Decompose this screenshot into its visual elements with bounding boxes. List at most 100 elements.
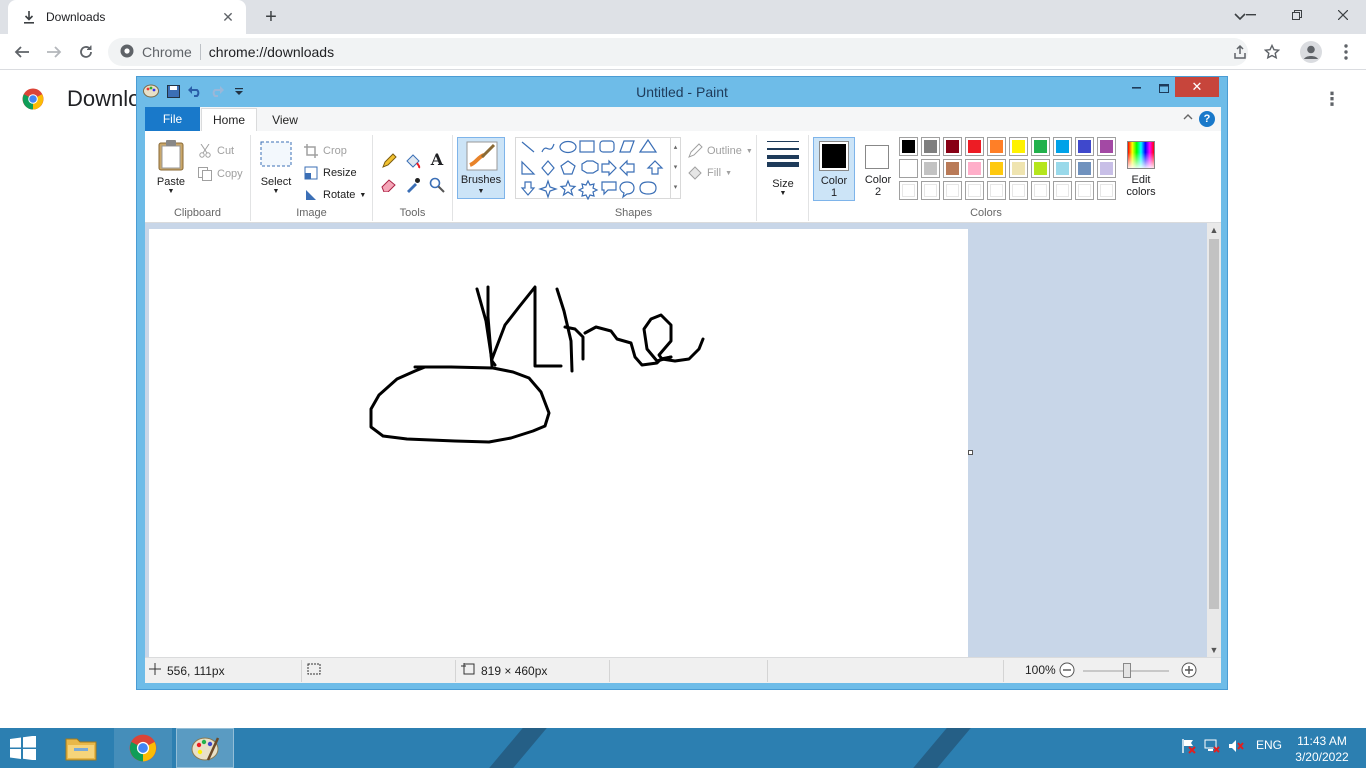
brushes-button[interactable]: Brushes ▼ — [457, 137, 505, 199]
size-button[interactable]: Size ▼ — [765, 139, 801, 197]
downloads-menu-icon[interactable]: ⋮ — [1323, 88, 1341, 110]
palette-swatch[interactable] — [943, 159, 962, 178]
palette-swatch[interactable] — [921, 181, 940, 200]
canvas-resize-handle[interactable] — [968, 450, 973, 455]
palette-swatch[interactable] — [1031, 181, 1050, 200]
palette-swatch[interactable] — [1075, 159, 1094, 178]
cut-button[interactable]: Cut — [197, 143, 234, 159]
scroll-thumb[interactable] — [1209, 239, 1219, 609]
palette-swatch[interactable] — [1097, 159, 1116, 178]
paint-minimize-button[interactable] — [1127, 77, 1145, 99]
paint-close-button[interactable]: ✕ — [1175, 77, 1219, 97]
back-button[interactable] — [10, 40, 34, 64]
folder-icon — [65, 738, 97, 761]
eraser-icon[interactable] — [381, 177, 397, 193]
rotate-button[interactable]: Rotate ▼ — [303, 187, 366, 203]
palette-swatch[interactable] — [1009, 159, 1028, 178]
palette-swatch[interactable] — [1075, 137, 1094, 156]
vertical-scrollbar[interactable]: ▲ ▼ — [1207, 223, 1221, 657]
profile-avatar[interactable] — [1299, 40, 1323, 64]
color2-button[interactable]: Color 2 — [857, 137, 899, 201]
text-tool-icon[interactable]: A — [429, 150, 445, 169]
bookmark-star-icon[interactable] — [1260, 40, 1284, 64]
select-button[interactable]: Select ▼ — [257, 141, 295, 195]
tab-downloads[interactable]: Downloads ✕ — [8, 0, 246, 34]
color-picker-icon[interactable] — [405, 177, 421, 193]
copy-button[interactable]: Copy — [197, 166, 243, 182]
fill-label: Fill — [707, 167, 722, 179]
chrome-menu-icon[interactable] — [1334, 40, 1358, 64]
taskbar-file-explorer[interactable] — [52, 728, 110, 768]
color2-number: 2 — [874, 186, 882, 198]
tab-home[interactable]: Home — [201, 108, 257, 131]
palette-swatch[interactable] — [943, 181, 962, 200]
line-size-icon — [767, 139, 799, 170]
collapse-ribbon-icon[interactable] — [1183, 111, 1193, 123]
palette-swatch[interactable] — [1053, 159, 1072, 178]
palette-swatch[interactable] — [1031, 137, 1050, 156]
taskbar-chrome[interactable] — [114, 728, 172, 768]
palette-swatch[interactable] — [899, 137, 918, 156]
ribbon-tab-bar: File Home View ? — [145, 107, 1221, 131]
outline-button[interactable]: Outline ▼ — [687, 143, 753, 159]
color1-button[interactable]: Color 1 — [813, 137, 855, 201]
palette-swatch[interactable] — [965, 159, 984, 178]
taskbar-paint[interactable] — [176, 728, 234, 768]
palette-swatch[interactable] — [1097, 181, 1116, 200]
palette-swatch[interactable] — [921, 137, 940, 156]
palette-swatch[interactable] — [1097, 137, 1116, 156]
palette-swatch[interactable] — [899, 159, 918, 178]
palette-swatch[interactable] — [965, 137, 984, 156]
crop-button[interactable]: Crop — [303, 143, 347, 159]
action-center-flag-icon[interactable] — [1178, 738, 1198, 754]
close-window-button[interactable] — [1320, 0, 1366, 30]
close-icon[interactable]: ✕ — [220, 9, 236, 25]
fill-button[interactable]: Fill ▼ — [687, 165, 732, 181]
restore-button[interactable] — [1274, 0, 1320, 30]
palette-swatch[interactable] — [1053, 137, 1072, 156]
palette-swatch[interactable] — [1031, 159, 1050, 178]
reload-button[interactable] — [74, 40, 98, 64]
shapes-scroll[interactable]: ▴ ▾ ▾ — [671, 137, 681, 199]
share-icon[interactable] — [1228, 40, 1252, 64]
paint-maximize-button[interactable] — [1155, 77, 1173, 99]
forward-button[interactable] — [42, 40, 66, 64]
drawing-canvas[interactable] — [149, 229, 968, 657]
palette-swatch[interactable] — [987, 137, 1006, 156]
fill-bucket-icon[interactable] — [405, 153, 421, 169]
palette-swatch[interactable] — [943, 137, 962, 156]
zoom-out-button[interactable] — [1059, 662, 1075, 678]
system-clock[interactable]: 11:43 AM 3/20/2022 — [1288, 733, 1356, 765]
scroll-down-arrow[interactable]: ▼ — [1207, 643, 1221, 657]
zoom-in-button[interactable] — [1181, 662, 1197, 678]
palette-swatch[interactable] — [899, 181, 918, 200]
palette-swatch[interactable] — [965, 181, 984, 200]
help-icon[interactable]: ? — [1199, 111, 1215, 127]
paste-button[interactable]: Paste ▼ — [151, 139, 191, 195]
zoom-slider-thumb[interactable] — [1123, 663, 1131, 678]
resize-button[interactable]: Resize — [303, 165, 357, 181]
tab-view[interactable]: View — [263, 108, 307, 131]
ribbon-home: Paste ▼ Cut Copy Clipboard Select ▼ Crop… — [145, 131, 1221, 223]
start-button[interactable] — [8, 735, 38, 761]
pencil-icon[interactable] — [381, 153, 397, 169]
address-bar[interactable]: Chrome chrome://downloads — [108, 38, 1248, 66]
palette-swatch[interactable] — [987, 159, 1006, 178]
edit-colors-button[interactable]: Edit colors — [1121, 137, 1161, 201]
scroll-up-arrow[interactable]: ▲ — [1207, 223, 1221, 237]
network-icon[interactable] — [1202, 738, 1222, 754]
minimize-button[interactable] — [1228, 0, 1274, 30]
palette-swatch[interactable] — [1009, 181, 1028, 200]
input-language[interactable]: ENG — [1252, 738, 1286, 752]
volume-muted-icon[interactable] — [1226, 738, 1246, 754]
shapes-gallery[interactable] — [515, 137, 671, 201]
palette-swatch[interactable] — [1009, 137, 1028, 156]
palette-swatch[interactable] — [987, 181, 1006, 200]
file-tab[interactable]: File — [145, 107, 200, 131]
magnifier-icon[interactable] — [429, 177, 445, 193]
palette-swatch[interactable] — [1053, 181, 1072, 200]
palette-swatch[interactable] — [1075, 181, 1094, 200]
palette-swatch[interactable] — [921, 159, 940, 178]
rotate-icon — [303, 187, 319, 203]
new-tab-button[interactable]: + — [260, 6, 282, 28]
